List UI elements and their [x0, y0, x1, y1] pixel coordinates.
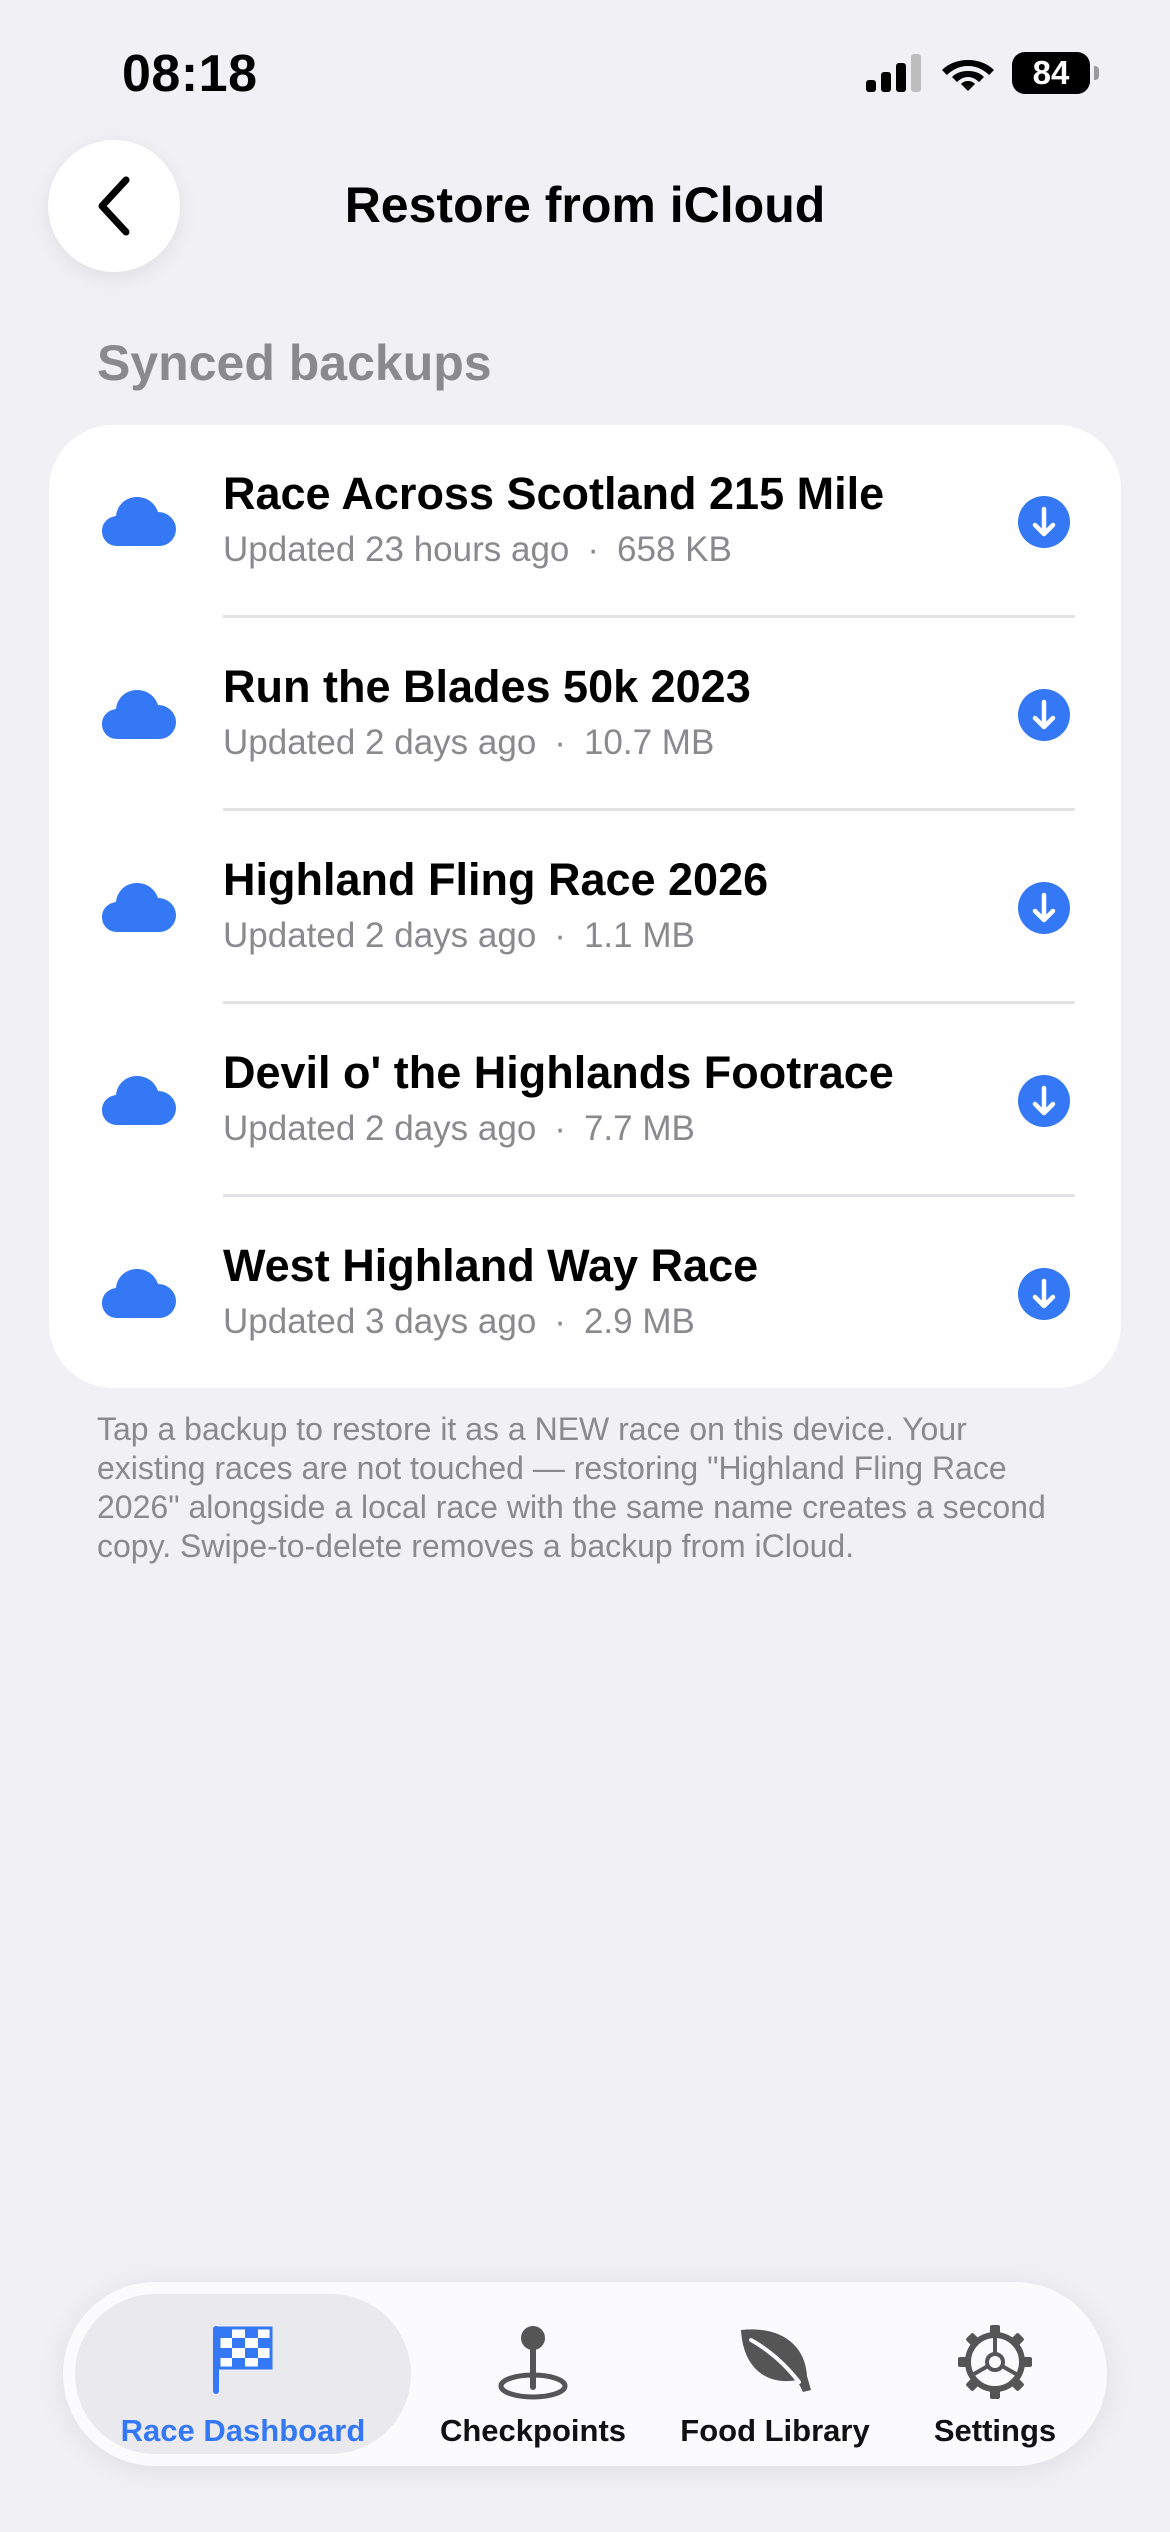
- cloud-icon: [102, 690, 176, 739]
- download-icon[interactable]: [1017, 1267, 1071, 1321]
- download-icon[interactable]: [1017, 495, 1071, 549]
- cloud-icon: [102, 497, 176, 546]
- wifi-icon: [942, 60, 994, 91]
- backup-row[interactable]: West Highland Way Race Updated 3 days ag…: [49, 1197, 1121, 1388]
- tab-bar: Race Dashboard Checkpoints Food Library: [63, 2282, 1107, 2466]
- tab-settings[interactable]: Settings: [895, 2294, 1095, 2454]
- download-icon[interactable]: [1017, 688, 1071, 742]
- backup-meta: Updated 2 days ago · 10.7 MB: [223, 723, 714, 763]
- gear-icon: [958, 2325, 1032, 2399]
- checkered-flag-icon: [213, 2326, 273, 2394]
- tab-food-library[interactable]: Food Library: [655, 2294, 895, 2454]
- backup-title: Run the Blades 50k 2023: [223, 661, 751, 712]
- meta-separator: ·: [587, 530, 600, 569]
- meta-separator: ·: [554, 1109, 566, 1148]
- download-icon[interactable]: [1017, 1074, 1071, 1128]
- meta-separator: ·: [554, 916, 566, 955]
- tab-label: Food Library: [680, 2413, 870, 2448]
- backup-title: Highland Fling Race 2026: [223, 854, 769, 905]
- backup-size: 7.7 MB: [583, 1109, 695, 1148]
- map-pin-icon: [498, 2326, 568, 2400]
- cloud-icon: [102, 883, 176, 932]
- meta-separator: ·: [554, 723, 566, 762]
- backup-title: Race Across Scotland 215 Mile: [223, 468, 885, 519]
- cloud-icon: [102, 1076, 176, 1125]
- backup-updated: Updated 3 days ago: [223, 1302, 537, 1341]
- cellular-signal-icon: [866, 54, 921, 92]
- backup-size: 2.9 MB: [583, 1302, 695, 1341]
- status-indicators: 84: [866, 52, 1099, 94]
- backup-updated: Updated 2 days ago: [223, 1109, 537, 1148]
- cloud-icon: [102, 1269, 176, 1318]
- backup-title: Devil o' the Highlands Footrace: [223, 1047, 894, 1098]
- battery-level: 84: [1032, 54, 1070, 91]
- tab-label: Settings: [933, 2413, 1057, 2448]
- backup-meta: Updated 2 days ago · 1.1 MB: [223, 916, 695, 956]
- tab-checkpoints[interactable]: Checkpoints: [411, 2294, 655, 2454]
- download-icon[interactable]: [1017, 881, 1071, 935]
- backup-title: West Highland Way Race: [223, 1240, 759, 1291]
- page-title: Restore from iCloud: [344, 177, 826, 233]
- battery-nub: [1094, 66, 1099, 80]
- tab-label: Race Dashboard: [120, 2413, 366, 2448]
- section-header: Synced backups: [97, 335, 492, 391]
- backups-list: Race Across Scotland 215 Mile Updated 23…: [49, 425, 1121, 1388]
- tab-label: Checkpoints: [439, 2413, 627, 2448]
- backup-size: 10.7 MB: [583, 723, 715, 762]
- backup-row[interactable]: Race Across Scotland 215 Mile Updated 23…: [49, 425, 1121, 618]
- backup-updated: Updated 2 days ago: [223, 916, 537, 955]
- backup-updated: Updated 2 days ago: [223, 723, 537, 762]
- backup-meta: Updated 23 hours ago · 658 KB: [223, 530, 732, 570]
- leaf-icon: [741, 2329, 811, 2392]
- backup-row[interactable]: Highland Fling Race 2026 Updated 2 days …: [49, 811, 1121, 1004]
- backup-updated: Updated 23 hours ago: [223, 530, 570, 569]
- navigation-bar: Restore from iCloud: [0, 140, 1170, 275]
- backup-meta: Updated 2 days ago · 7.7 MB: [223, 1109, 695, 1149]
- backup-row[interactable]: Run the Blades 50k 2023 Updated 2 days a…: [49, 618, 1121, 811]
- backup-size: 658 KB: [617, 530, 732, 569]
- backup-row[interactable]: Devil o' the Highlands Footrace Updated …: [49, 1004, 1121, 1197]
- restore-footnote: Tap a backup to restore it as a NEW race…: [97, 1411, 1046, 1564]
- backup-size: 1.1 MB: [583, 916, 695, 955]
- status-bar: 08:18 84: [0, 0, 1170, 150]
- tab-race-dashboard[interactable]: Race Dashboard: [75, 2294, 411, 2454]
- status-time: 08:18: [122, 45, 258, 103]
- meta-separator: ·: [554, 1302, 566, 1341]
- battery-indicator: 84: [1012, 52, 1099, 94]
- backup-meta: Updated 3 days ago · 2.9 MB: [223, 1302, 695, 1342]
